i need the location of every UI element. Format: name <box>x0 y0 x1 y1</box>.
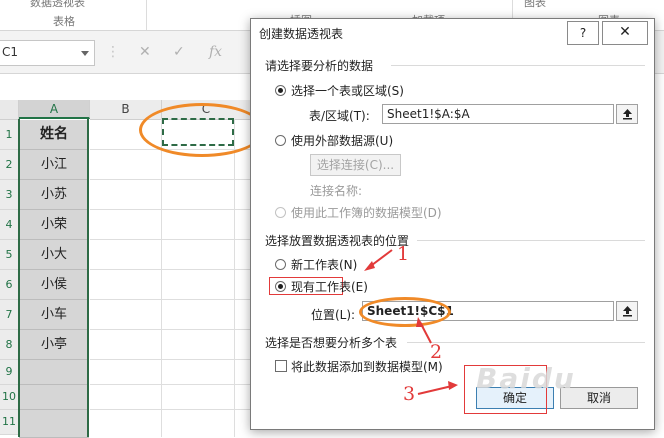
arrow-1-head <box>364 261 375 271</box>
annotation-number-2: 2 <box>430 341 443 363</box>
arrow-3 <box>417 385 453 395</box>
watermark: Baidu <box>476 362 576 395</box>
arrow-3-head <box>448 381 458 390</box>
annotation-number-1: 1 <box>397 243 410 265</box>
annotation-number-3: 3 <box>403 383 416 405</box>
arrow-2-head <box>416 317 424 327</box>
